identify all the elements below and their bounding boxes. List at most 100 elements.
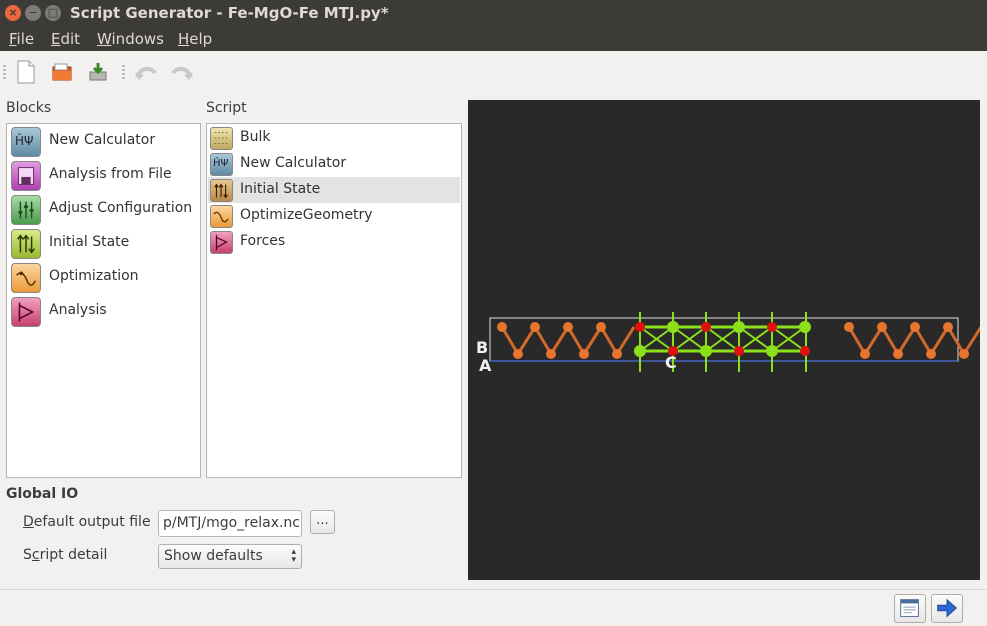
adjust-config-icon (11, 195, 41, 225)
calculator-icon-glyph: ĤΨ (213, 158, 229, 169)
forces-icon (210, 231, 233, 254)
script-item-optimizegeometry[interactable]: OptimizeGeometry (208, 203, 460, 229)
script-item-initial-state[interactable]: Initial State (208, 177, 460, 203)
axis-label-b: B (476, 338, 488, 357)
close-window-button[interactable]: × (5, 5, 21, 21)
axis-label-c: C (665, 353, 677, 372)
block-analysis[interactable]: Analysis (9, 295, 198, 329)
script-item-bulk[interactable]: Bulk (208, 125, 460, 151)
script-detail-label: Script detail (23, 547, 107, 563)
fe-atom (497, 322, 507, 332)
script-detail-mnemonic: c (31, 547, 40, 563)
script-item-new-calculator[interactable]: ĤΨ New Calculator (208, 151, 460, 177)
toolbar-grip[interactable] (3, 65, 6, 79)
open-button[interactable] (49, 59, 75, 85)
default-output-label: Default output file (23, 514, 151, 530)
close-icon: × (8, 6, 18, 19)
global-io-title: Global IO (6, 486, 79, 502)
menu-file[interactable]: File (9, 30, 34, 48)
fe-atom (877, 322, 887, 332)
script-item-label: New Calculator (240, 155, 347, 171)
calculator-icon-glyph: ĤΨ (15, 134, 34, 148)
default-output-field[interactable]: p/MTJ/mgo_relax.nc (158, 510, 302, 537)
o-atom (800, 346, 810, 356)
menu-windows-mnemonic: W (97, 30, 112, 48)
fe-atom (563, 322, 573, 332)
block-label: Optimization (49, 268, 139, 284)
block-label: Analysis (49, 302, 107, 318)
window-title: Script Generator - Fe-MgO-Fe MTJ.py* (70, 4, 389, 22)
fe-atom (596, 322, 606, 332)
save-icon (89, 63, 107, 81)
menu-edit-label: dit (60, 30, 81, 48)
fe-atom (943, 322, 953, 332)
toolbar (0, 51, 987, 93)
block-optimization[interactable]: Optimization (9, 261, 198, 295)
redo-icon (171, 66, 193, 80)
mg-atom (667, 321, 679, 333)
toolbar-separator (122, 65, 125, 79)
undo-button[interactable] (133, 59, 159, 85)
script-item-label: OptimizeGeometry (240, 207, 373, 223)
menu-edit[interactable]: Edit (51, 30, 80, 48)
mg-atom (733, 321, 745, 333)
block-analysis-from-file[interactable]: Analysis from File (9, 159, 198, 193)
fe-atom (860, 349, 870, 359)
bonds (500, 312, 983, 372)
script-list[interactable]: Bulk ĤΨ New Calculator Initial State Opt… (206, 123, 462, 478)
script-header: Script (206, 100, 247, 116)
fe-atom (959, 349, 969, 359)
script-item-label: Forces (240, 233, 286, 249)
axis-label-a: A (479, 356, 492, 375)
initial-state-icon (210, 179, 233, 202)
block-label: Adjust Configuration (49, 200, 193, 216)
script-view-button[interactable] (894, 594, 926, 623)
send-arrow-icon (937, 598, 958, 618)
menu-file-mnemonic: F (9, 30, 17, 48)
script-view-icon (900, 599, 919, 617)
new-document-button[interactable] (13, 59, 39, 85)
mg-atom (766, 345, 778, 357)
script-item-label: Initial State (240, 181, 321, 197)
mg-atom (799, 321, 811, 333)
script-detail-select[interactable]: Show defaults ▴ ▾ (158, 544, 302, 569)
fe-atom (844, 322, 854, 332)
analysis-icon (11, 297, 41, 327)
script-item-forces[interactable]: Forces (208, 229, 460, 255)
undo-icon (135, 66, 157, 80)
structure-canvas[interactable]: B A C (468, 100, 983, 580)
maximize-icon: □ (47, 6, 59, 19)
initial-state-icon (11, 229, 41, 259)
mg-atom (700, 345, 712, 357)
block-label: New Calculator (49, 132, 156, 148)
status-bar (0, 589, 987, 625)
fe-atom (579, 349, 589, 359)
script-detail-value: Show defaults (164, 548, 263, 564)
default-output-label-text: efault output file (33, 514, 151, 530)
block-new-calculator[interactable]: ĤΨ New Calculator (9, 125, 198, 159)
default-output-mnemonic: D (23, 514, 34, 530)
new-document-icon (17, 60, 35, 84)
open-folder-icon (52, 63, 72, 81)
menu-help[interactable]: Help (178, 30, 212, 48)
save-button[interactable] (85, 59, 111, 85)
fe-atom (910, 322, 920, 332)
calculator-icon: ĤΨ (11, 127, 41, 157)
menu-windows[interactable]: Windows (97, 30, 164, 48)
block-adjust-configuration[interactable]: Adjust Configuration (9, 193, 198, 227)
mg-atom (634, 345, 646, 357)
optimization-icon (210, 205, 233, 228)
minimize-window-button[interactable]: − (25, 5, 41, 21)
blocks-header: Blocks (6, 100, 52, 116)
redo-button[interactable] (169, 59, 195, 85)
blocks-list[interactable]: ĤΨ New Calculator Analysis from File Adj… (6, 123, 201, 478)
maximize-window-button[interactable]: □ (45, 5, 61, 21)
structure-viewer[interactable]: B A C (468, 100, 983, 580)
block-initial-state[interactable]: Initial State (9, 227, 198, 261)
browse-button[interactable]: ... (310, 510, 335, 534)
optimization-icon (11, 263, 41, 293)
send-to-editor-button[interactable] (931, 594, 963, 623)
fe-atom (612, 349, 622, 359)
calculator-icon: ĤΨ (210, 153, 233, 176)
fe-atom (546, 349, 556, 359)
